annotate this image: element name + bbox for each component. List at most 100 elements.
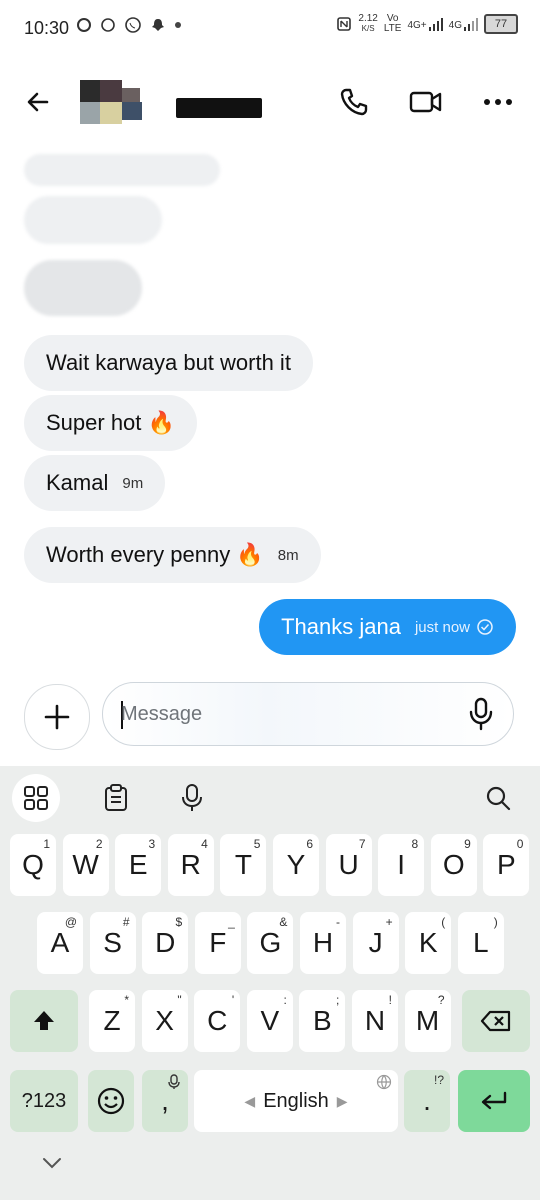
- key-i[interactable]: I8: [378, 834, 425, 896]
- key-label: N: [364, 1005, 386, 1036]
- message-text: Kamal: [46, 470, 109, 495]
- collapse-keyboard-button[interactable]: [40, 1156, 64, 1175]
- plus-icon: [44, 704, 70, 730]
- enter-key[interactable]: [458, 1070, 530, 1132]
- key-q[interactable]: Q1: [10, 834, 56, 896]
- key-hint: ": [177, 993, 182, 1007]
- message-time: 9m: [122, 474, 144, 492]
- key-j[interactable]: J +: [352, 912, 399, 974]
- space-key[interactable]: ◀ English ▶: [194, 1070, 398, 1132]
- message-bubble[interactable]: Super hot 🔥: [24, 395, 197, 451]
- key-hint: 5: [253, 837, 261, 851]
- key-f[interactable]: F _: [194, 912, 241, 974]
- key-k[interactable]: K(: [405, 912, 452, 974]
- key-hint: @: [64, 915, 77, 929]
- key-w[interactable]: W2: [62, 834, 109, 896]
- key-hint: 8: [411, 837, 419, 851]
- key-hint: *: [124, 993, 129, 1007]
- period-key[interactable]: . !?: [404, 1070, 450, 1132]
- key-r[interactable]: R4: [167, 834, 214, 896]
- clipboard-button[interactable]: [92, 774, 140, 822]
- blurred-message: [24, 260, 142, 316]
- key-label: E: [128, 849, 148, 880]
- key-label: S: [103, 927, 122, 958]
- key-label: Q: [22, 849, 44, 880]
- message-bubble[interactable]: Kamal 9m: [24, 455, 166, 511]
- caret-left-icon: ◀: [244, 1092, 256, 1109]
- add-attachment-button[interactable]: [24, 684, 90, 750]
- soft-keyboard: Q1W2E3R4T5Y6U7I8O9P0 A @ S # D $ F _ G & H - J + K(L) …: [0, 766, 540, 1200]
- chat-icon: [101, 18, 115, 32]
- key-y[interactable]: Y6: [273, 834, 319, 896]
- key-v[interactable]: V:: [246, 990, 293, 1052]
- key-label: M: [415, 1005, 440, 1036]
- key-hint: ?: [437, 993, 445, 1007]
- key-hint: &: [279, 915, 288, 929]
- shift-key[interactable]: [10, 990, 78, 1052]
- voice-message-button[interactable]: [467, 697, 495, 736]
- key-hint: _: [228, 915, 235, 929]
- caret-right-icon: ▶: [336, 1092, 348, 1109]
- key-label: G: [259, 927, 282, 958]
- avatar[interactable]: [80, 80, 144, 124]
- key-t[interactable]: T5: [220, 834, 267, 896]
- voice-typing-button[interactable]: [168, 774, 216, 822]
- microphone-icon: [182, 784, 202, 811]
- signal-label-2: 4G: [448, 20, 462, 31]
- comma-key[interactable]: ,: [142, 1070, 188, 1132]
- contact-name-redacted[interactable]: [176, 98, 262, 118]
- outgoing-message-bubble[interactable]: Thanks jana just now: [259, 599, 516, 655]
- key-n[interactable]: N!: [352, 990, 398, 1052]
- grid-icon: [24, 786, 48, 810]
- key-hint: $: [175, 915, 183, 929]
- key-label: F: [209, 927, 227, 958]
- key-p[interactable]: P0: [483, 834, 530, 896]
- shift-icon: [34, 1011, 54, 1030]
- backspace-key[interactable]: [462, 990, 530, 1052]
- message-time: just now: [414, 618, 470, 636]
- key-z[interactable]: Z *: [89, 990, 135, 1052]
- emoji-key[interactable]: [88, 1070, 134, 1132]
- key-label: J: [368, 927, 383, 958]
- call-button[interactable]: [332, 80, 376, 124]
- key-l[interactable]: L): [457, 912, 504, 974]
- key-e[interactable]: E3: [115, 834, 162, 896]
- message-text: Worth every penny 🔥: [46, 542, 264, 567]
- key-u[interactable]: U7: [325, 834, 372, 896]
- key-x[interactable]: X ": [141, 990, 188, 1052]
- lte-label: LTE: [383, 23, 402, 34]
- key-label: O: [442, 849, 465, 880]
- emoji-icon: [97, 1087, 125, 1115]
- back-button[interactable]: [16, 80, 60, 124]
- message-input[interactable]: Message: [102, 682, 514, 746]
- key-d[interactable]: D $: [142, 912, 189, 974]
- signal-label-1: 4G+: [407, 20, 427, 31]
- nfc-icon: [337, 17, 352, 31]
- key-label: D: [155, 927, 176, 958]
- message-composer: Message: [0, 676, 540, 760]
- key-m[interactable]: M?: [404, 990, 451, 1052]
- key-b[interactable]: B;: [299, 990, 346, 1052]
- key-c[interactable]: C ': [194, 990, 241, 1052]
- message-bubble[interactable]: Wait karwaya but worth it: [24, 335, 313, 391]
- key-h[interactable]: H-: [300, 912, 346, 974]
- globe-icon: [376, 1074, 392, 1090]
- period-label: .: [423, 1085, 431, 1116]
- snapchat-icon: [152, 19, 164, 31]
- video-camera-icon: [409, 91, 442, 113]
- video-call-button[interactable]: [404, 80, 448, 124]
- more-options-button[interactable]: [476, 80, 520, 124]
- keyboard-apps-button[interactable]: [12, 774, 60, 822]
- symbols-key[interactable]: ?123: [10, 1070, 78, 1132]
- clipboard-icon: [105, 784, 127, 811]
- key-a[interactable]: A @: [37, 912, 83, 974]
- key-label: Y: [286, 849, 306, 880]
- message-bubble[interactable]: Worth every penny 🔥 8m: [24, 527, 321, 583]
- key-g[interactable]: G &: [247, 912, 294, 974]
- microphone-icon: [168, 1074, 180, 1089]
- keyboard-search-button[interactable]: [474, 774, 522, 822]
- key-label: I: [397, 849, 406, 880]
- key-o[interactable]: O9: [430, 834, 477, 896]
- key-s[interactable]: S #: [89, 912, 136, 974]
- blurred-message: [24, 196, 162, 244]
